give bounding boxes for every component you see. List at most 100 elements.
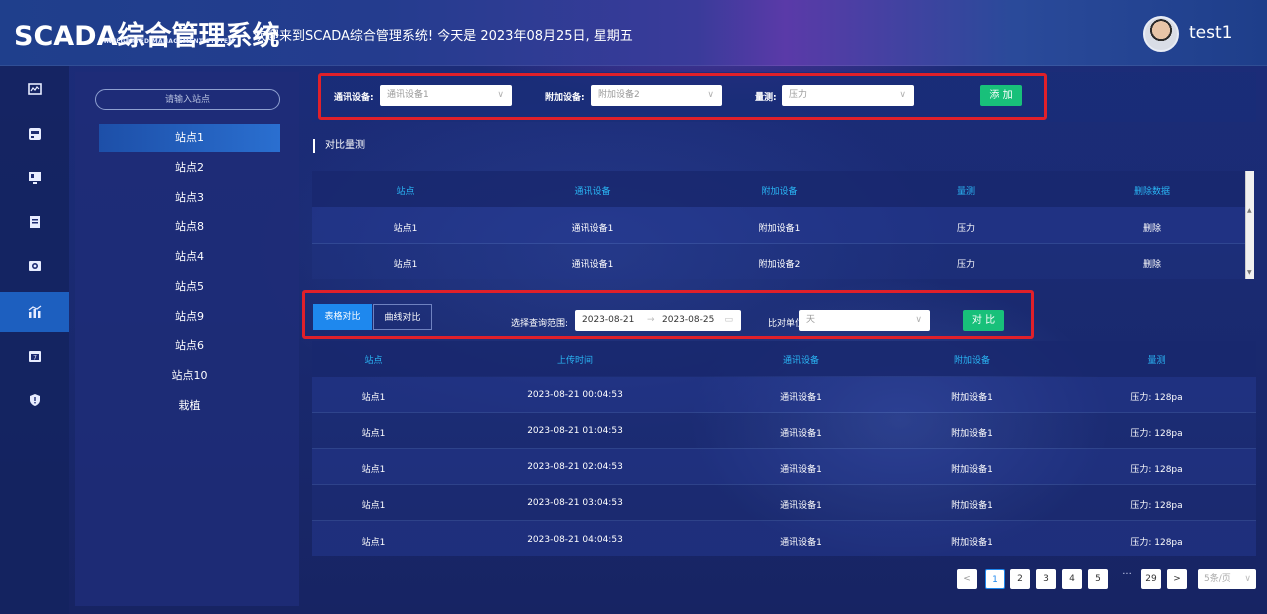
table-cell: 附加设备1 bbox=[951, 429, 993, 439]
addon-device-select[interactable]: 附加设备2 ∨ bbox=[591, 85, 722, 106]
station-search-input[interactable] bbox=[95, 89, 280, 110]
table-cell: 通讯设备1 bbox=[571, 224, 614, 234]
date-end[interactable]: 2023-08-25 bbox=[662, 310, 714, 331]
table-cell: 附加设备1 bbox=[758, 224, 801, 234]
table-cell: 通讯设备1 bbox=[571, 260, 614, 270]
compare-header-delete: 删除数据 bbox=[1133, 187, 1170, 197]
table-cell: 通讯设备1 bbox=[780, 465, 822, 475]
alert-shield-icon bbox=[29, 394, 40, 406]
compare-header-measure: 量测 bbox=[956, 187, 975, 197]
table-cell: 压力 bbox=[956, 224, 975, 234]
chevron-down-icon: ∨ bbox=[899, 90, 906, 100]
pagination-page[interactable]: 3 bbox=[1036, 569, 1056, 589]
station-panel: 站点1 站点2 站点3 站点8 站点4 站点5 站点9 站点6 站点10 栽植 bbox=[75, 72, 299, 606]
pagination-page[interactable]: 2 bbox=[1010, 569, 1030, 589]
rail-item-monitor[interactable] bbox=[0, 70, 69, 110]
pagination-ellipsis[interactable]: ··· bbox=[1117, 569, 1137, 589]
username[interactable]: test1 bbox=[1189, 23, 1232, 43]
station-item[interactable]: 站点9 bbox=[99, 303, 280, 331]
pagination-page[interactable]: 1 bbox=[985, 569, 1005, 589]
table-cell: 附加设备1 bbox=[951, 538, 993, 548]
page-size-value: 5条/页 bbox=[1204, 574, 1231, 584]
table-cell: 通讯设备1 bbox=[780, 393, 822, 403]
compare-header-comm: 通讯设备 bbox=[574, 187, 611, 197]
tab-table-compare[interactable]: 表格对比 bbox=[313, 304, 372, 330]
compare-header-addon: 附加设备 bbox=[761, 187, 798, 197]
pagination-next[interactable]: > bbox=[1167, 569, 1187, 589]
rail-item-device[interactable] bbox=[0, 114, 69, 154]
pagination-prev[interactable]: < bbox=[957, 569, 977, 589]
station-item[interactable]: 站点2 bbox=[99, 154, 280, 182]
comm-device-value: 通讯设备1 bbox=[387, 90, 429, 100]
chevron-down-icon: ∨ bbox=[1244, 574, 1251, 584]
result-header-measure: 量测 bbox=[1147, 356, 1166, 366]
station-item[interactable]: 站点10 bbox=[99, 362, 280, 390]
date-range-picker[interactable]: 2023-08-21 → 2023-08-25 ▭ bbox=[575, 310, 741, 331]
date-separator: → bbox=[647, 315, 655, 325]
unit-select[interactable]: 天 ∨ bbox=[799, 310, 930, 331]
delete-link[interactable]: 删除 bbox=[1059, 221, 1245, 234]
rail-item-alert[interactable] bbox=[0, 380, 69, 420]
table-cell: 附加设备1 bbox=[951, 465, 993, 475]
rail-item-camera[interactable] bbox=[0, 246, 69, 286]
chevron-down-icon: ∨ bbox=[915, 315, 922, 325]
pagination-page-last[interactable]: 29 bbox=[1141, 569, 1161, 589]
screen-icon bbox=[28, 172, 41, 184]
table-cell: 站点1 bbox=[361, 393, 386, 403]
scroll-down-icon[interactable]: ▼ bbox=[1247, 269, 1252, 276]
table-cell: 通讯设备1 bbox=[780, 501, 822, 511]
station-item[interactable]: 站点1 bbox=[99, 124, 280, 152]
measure-label: 量测: bbox=[755, 93, 777, 103]
addon-device-label: 附加设备: bbox=[545, 93, 585, 103]
result-header-time: 上传时间 bbox=[556, 356, 593, 366]
user-avatar[interactable] bbox=[1143, 16, 1179, 52]
delete-link[interactable]: 删除 bbox=[1059, 257, 1245, 270]
station-item[interactable]: 栽植 bbox=[99, 392, 280, 420]
page-size-select[interactable]: 5条/页 ∨ bbox=[1198, 569, 1256, 589]
compare-button[interactable]: 对 比 bbox=[963, 310, 1004, 331]
station-item[interactable]: 站点6 bbox=[99, 332, 280, 360]
table-cell: 站点1 bbox=[361, 501, 386, 511]
chart-monitor-icon bbox=[27, 83, 42, 95]
range-label: 选择查询范围: bbox=[511, 319, 569, 329]
tab-curve-compare[interactable]: 曲线对比 bbox=[373, 304, 432, 330]
scroll-up-icon[interactable]: ▲ bbox=[1247, 207, 1252, 214]
measure-value: 压力 bbox=[789, 90, 808, 100]
station-item[interactable]: 站点8 bbox=[99, 213, 280, 241]
table-cell: 附加设备2 bbox=[758, 260, 801, 270]
calendar-icon: ▭ bbox=[724, 315, 733, 325]
chevron-down-icon: ∨ bbox=[497, 90, 504, 100]
rail-item-screen[interactable] bbox=[0, 158, 69, 198]
table-cell: 站点1 bbox=[361, 465, 386, 475]
unit-value: 天 bbox=[806, 315, 816, 325]
station-item[interactable]: 站点4 bbox=[99, 243, 280, 271]
comm-device-label: 通讯设备: bbox=[334, 93, 374, 103]
table-cell: 通讯设备1 bbox=[780, 538, 822, 548]
add-button[interactable]: 添 加 bbox=[980, 85, 1022, 106]
pagination-page[interactable]: 4 bbox=[1062, 569, 1082, 589]
rail-item-calendar[interactable]: 7 bbox=[0, 336, 69, 376]
result-header-station: 站点 bbox=[364, 356, 383, 366]
app-header: SCADA综合管理系统 INTEGRATED MANAGEMENT SYSTEM… bbox=[0, 0, 1267, 66]
table-cell: 附加设备1 bbox=[951, 393, 993, 403]
rail-item-compare[interactable] bbox=[0, 292, 69, 332]
result-header-addon: 附加设备 bbox=[953, 356, 990, 366]
icon-rail: 7 bbox=[0, 66, 69, 614]
bar-chart-icon bbox=[28, 305, 41, 318]
table-cell: 压力: 128pa bbox=[1130, 465, 1183, 475]
rail-item-report[interactable] bbox=[0, 202, 69, 242]
compare-table-scrollbar[interactable]: ▲ ▼ bbox=[1245, 171, 1254, 279]
table-cell: 站点1 bbox=[393, 260, 418, 270]
date-start[interactable]: 2023-08-21 bbox=[582, 310, 634, 331]
app-logo: SCADA综合管理系统 bbox=[14, 21, 280, 52]
station-item[interactable]: 站点3 bbox=[99, 184, 280, 212]
station-item[interactable]: 站点5 bbox=[99, 273, 280, 301]
table-cell: 2023-08-21 04:04:53 bbox=[527, 535, 623, 545]
table-cell: 压力 bbox=[956, 260, 975, 270]
measure-select[interactable]: 压力 ∨ bbox=[782, 85, 914, 106]
table-cell: 压力: 128pa bbox=[1130, 429, 1183, 439]
camera-icon bbox=[28, 261, 41, 271]
comm-device-select[interactable]: 通讯设备1 ∨ bbox=[380, 85, 512, 106]
pagination-page[interactable]: 5 bbox=[1088, 569, 1108, 589]
report-icon bbox=[29, 216, 40, 228]
